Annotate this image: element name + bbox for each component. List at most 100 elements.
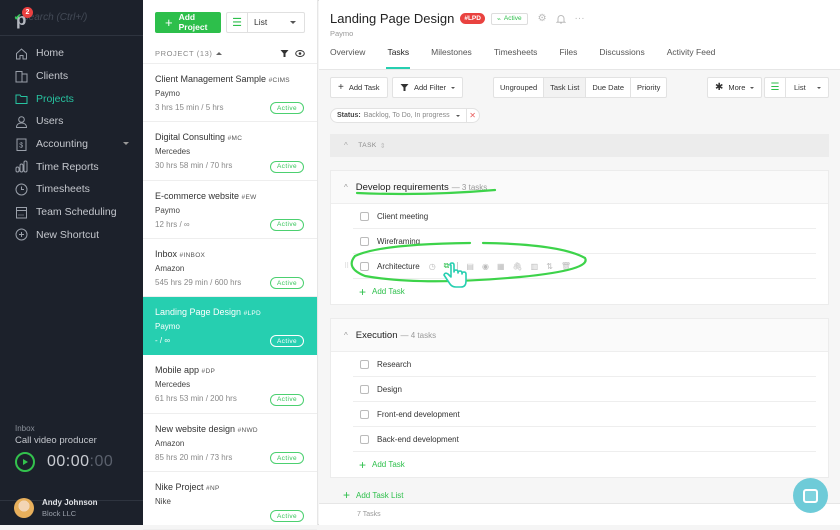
add-task-button[interactable]: + Add Task [330,77,388,98]
task-checkbox[interactable] [360,359,369,369]
sidebar-item-clients[interactable]: Clients [0,65,143,88]
search-input[interactable] [22,12,156,23]
attachment-icon[interactable]: 🖇 [513,262,523,271]
task-list-name: Develop requirements [355,181,449,193]
drag-handle-icon[interactable]: ⠿ [344,262,349,270]
view-select[interactable]: ☰ List [764,77,829,98]
task-row[interactable]: Back-end development [353,427,816,452]
task-checkbox[interactable] [360,384,369,394]
task-row[interactable]: ⠿ Architecture ◷ ⧉ ▤ ◉ ▦ 🖇 ▥ ⇅ 🗑 [344,254,816,279]
task-list-header[interactable]: ^ Execution — 4 tasks [331,319,828,352]
sort-icon[interactable]: ⇕ [380,142,386,150]
project-name: Mobile app #DP [155,365,305,375]
eye-icon[interactable] [295,49,305,58]
timer-icon[interactable]: ◷ [429,262,436,271]
task-row[interactable]: Front-end development [353,402,816,427]
project-list-item[interactable]: Digital Consulting #MC Mercedes 30 hrs 58 … [143,122,317,181]
bell-icon[interactable] [555,14,566,24]
tab-tasks[interactable]: Tasks [376,47,420,69]
more-options-icon[interactable]: ··· [575,13,585,24]
status-filter-chip[interactable]: Status: Backlog, To Do, In progress ✕ [330,108,480,123]
add-task-list-link[interactable]: + Add Task List [343,488,403,502]
chevron-up-icon[interactable]: ^ [344,141,348,150]
add-task-link[interactable]: + Add Task [359,452,828,477]
chevron-up-icon[interactable]: ^ [344,331,348,340]
user-profile[interactable]: Andy Johnson Block LLC [0,490,143,525]
due-date-icon[interactable]: ▦ [497,262,505,271]
status-badge[interactable]: ⌁ Active [490,12,528,25]
project-list-item[interactable]: Mobile app #DP Mercedes 61 hrs 53 min / 20… [143,355,317,414]
add-project-button[interactable]: + Add Project [155,11,221,33]
task-checkbox[interactable] [360,434,369,444]
move-icon[interactable]: ⇅ [546,262,553,271]
sort-asc-icon [215,52,222,55]
group-by-priority[interactable]: Priority [631,78,666,97]
add-filter-button[interactable]: Add Filter [392,77,464,98]
task-list-header[interactable]: ^ Develop requirements — 3 tasks [331,171,828,204]
sidebar-item-users[interactable]: Users [0,110,143,133]
timer-task[interactable]: Call video producer [15,435,128,446]
task-column-label[interactable]: TASK [358,142,377,149]
sidebar-item-accounting[interactable]: $ Accounting [0,133,143,156]
project-list-item[interactable]: Nike Project #NP Nike Active [143,472,317,530]
tab-timesheets[interactable]: Timesheets [483,47,549,69]
chevron-down-icon[interactable] [123,141,129,145]
task-row[interactable]: Client meeting [353,204,816,229]
project-list-item[interactable]: New website design #NWD Amazon 85 hrs 20 m… [143,414,317,473]
open-task-icon[interactable]: ⧉ [444,261,450,271]
add-task-label: Add Task [372,460,405,469]
project-client[interactable]: Paymo [330,29,840,38]
notification-badge[interactable]: 2 [22,6,33,18]
project-client: Mercedes [155,380,191,390]
chevron-up-icon[interactable]: ^ [344,183,348,192]
project-code: #CIMS [268,77,290,84]
sidebar-item-team-scheduling[interactable]: Team Scheduling [0,201,143,224]
filter-icon[interactable] [280,49,289,58]
task-row[interactable]: Design [353,377,816,402]
add-task-link[interactable]: + Add Task [359,279,828,304]
group-by-due-date[interactable]: Due Date [586,78,631,97]
task-row[interactable]: Wireframing [353,229,816,254]
chat-widget-button[interactable] [793,478,828,513]
tab-activity-feed[interactable]: Activity Feed [656,47,727,69]
status-badge: Active [270,160,304,173]
play-button[interactable] [15,452,35,472]
task-checkbox[interactable] [360,261,369,271]
close-icon[interactable]: ✕ [465,108,479,123]
trash-icon[interactable]: 🗑 [561,262,571,271]
gear-icon[interactable]: ⚙ [538,13,547,24]
tab-milestones[interactable]: Milestones [420,47,483,69]
sidebar-item-time-reports[interactable]: Time Reports [0,155,143,178]
project-list-item[interactable]: Client Management Sample #CIMS Paymo 3 hrs… [143,64,317,123]
tab-overview[interactable]: Overview [319,47,376,69]
task-checkbox[interactable] [360,409,369,419]
project-client: Mercedes [155,147,191,157]
sidebar-item-home[interactable]: Home [0,42,143,65]
add-project-label: Add Project [178,12,208,32]
sidebar-item-new-shortcut[interactable]: New Shortcut [0,224,143,247]
group-by-ungrouped[interactable]: Ungrouped [494,78,545,97]
task-name: Back-end development [377,434,459,444]
sidebar-item-timesheets[interactable]: Timesheets [0,178,143,201]
sidebar-item-projects[interactable]: Projects [0,87,143,110]
task-row[interactable]: Research [353,352,816,377]
view-select[interactable]: ☰ List [226,11,305,33]
project-title: Nike Project [155,482,204,493]
project-list-item[interactable]: E-commerce website #EW Paymo 12 hrs / ∞ Act… [143,181,317,239]
project-name: Digital Consulting #MC [155,132,305,142]
project-list-item[interactable]: Inbox #INBOX Amazon 545 hrs 29 min / 600 h… [143,239,317,298]
sidebar-item-label: Home [36,47,65,60]
task-checkbox[interactable] [360,236,369,246]
task-checkbox[interactable] [360,211,369,221]
project-code: #NWD [237,426,258,434]
description-icon[interactable]: ▤ [466,262,474,271]
tab-files[interactable]: Files [548,47,588,69]
project-count-header[interactable]: PROJECT (13) [155,49,213,58]
more-button[interactable]: ✱ More [707,77,763,98]
tab-discussions[interactable]: Discussions [588,47,655,69]
assign-user-icon[interactable]: ◉ [482,262,489,271]
group-by-task-list[interactable]: Task List [544,78,587,97]
project-list-item[interactable]: Landing Page Design #LPD Paymo - / ∞ Active [143,297,317,356]
board-icon[interactable]: ▥ [531,262,539,271]
sidebar-item-label: Timesheets [36,183,90,196]
